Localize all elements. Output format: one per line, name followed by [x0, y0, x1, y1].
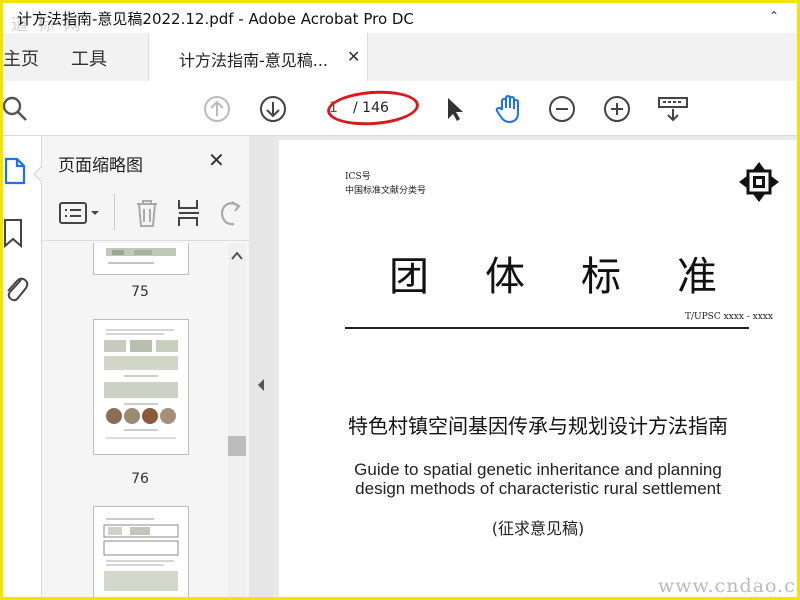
left-nav-rail: [3, 136, 42, 597]
page-up-icon[interactable]: [203, 95, 231, 123]
tab-tools[interactable]: 工具: [71, 45, 107, 71]
thumbnail-page-75[interactable]: [93, 243, 189, 275]
page-down-icon[interactable]: [259, 95, 287, 123]
page-77-preview: [103, 518, 179, 591]
insert-page-icon[interactable]: [175, 198, 203, 228]
bookmark-icon[interactable]: [3, 218, 25, 248]
english-title-line-1: Guide to spatial genetic inheritance and…: [354, 460, 722, 479]
keyboard-scroll-icon[interactable]: [657, 95, 689, 123]
tab-bar: 主页 工具 计方法指南-意见稿... ✕: [3, 33, 797, 82]
classification-label: 中国标准文献分类号: [345, 186, 427, 196]
document-view[interactable]: ICS号 中国标准文献分类号 团体标准 T/UPSC xxxx - xxxx 特…: [273, 136, 797, 597]
standard-number: T/UPSC xxxx - xxxx: [685, 312, 773, 322]
close-panel-icon[interactable]: ✕: [208, 148, 225, 172]
red-annotation-ellipse: [325, 87, 421, 129]
search-icon[interactable]: [3, 95, 31, 123]
thumbnail-panel: 页面缩略图 ✕ 75 76: [42, 136, 250, 597]
panel-toolbar: [42, 186, 249, 241]
options-menu-icon[interactable]: [58, 200, 102, 226]
hand-icon[interactable]: [493, 93, 525, 125]
english-title: Guide to spatial genetic inheritance and…: [279, 460, 797, 498]
close-tab-icon[interactable]: ✕: [347, 47, 360, 66]
chinese-title: 特色村镇空间基因传承与规划设计方法指南: [348, 414, 728, 438]
ics-label: ICS号: [345, 172, 371, 182]
draft-note: (征求意见稿): [491, 519, 585, 538]
collapse-ribbon-icon[interactable]: ⌃: [769, 9, 779, 23]
main-toolbar: 1 / 146: [3, 81, 797, 136]
page-76-preview: [104, 329, 178, 439]
title-rule: [345, 327, 749, 329]
app-window: 道 标 网 计方法指南-意见稿2022.12.pdf - Adobe Acrob…: [0, 0, 800, 600]
window-title: 计方法指南-意见稿2022.12.pdf - Adobe Acrobat Pro…: [17, 10, 414, 28]
attachment-icon[interactable]: [3, 272, 29, 304]
thumbnail-scrollbar[interactable]: [228, 243, 246, 597]
panel-title: 页面缩略图: [58, 156, 143, 176]
english-title-line-2: design methods of characteristic rural s…: [355, 479, 721, 498]
rail-pointer: [34, 166, 42, 182]
collapse-panel-icon[interactable]: [256, 378, 266, 392]
thumbnail-page-76[interactable]: [93, 319, 189, 455]
tab-document[interactable]: 计方法指南-意见稿... ✕: [148, 33, 368, 81]
ics-block: ICS号 中国标准文献分类号: [345, 170, 426, 198]
thumbnail-page-77[interactable]: [93, 506, 189, 597]
panel-toolbar-divider: [114, 194, 115, 230]
watermark-bottom: www.cndao.com: [658, 575, 797, 597]
standard-logo-icon: [739, 162, 779, 202]
scroll-up-icon[interactable]: [231, 251, 243, 261]
scrollbar-thumb[interactable]: [228, 436, 246, 456]
document-big-title: 团体标准: [389, 254, 773, 300]
select-cursor-icon[interactable]: [441, 95, 469, 123]
rotate-page-icon[interactable]: [216, 198, 246, 228]
panel-collapse-strip[interactable]: [249, 136, 273, 597]
page-thumbnails-icon[interactable]: [3, 156, 27, 186]
zoom-in-icon[interactable]: [603, 95, 631, 123]
delete-page-icon[interactable]: [134, 198, 160, 228]
title-bar: 道 标 网 计方法指南-意见稿2022.12.pdf - Adobe Acrob…: [3, 3, 797, 35]
thumbnail-list: 75 76: [42, 243, 228, 597]
tab-home[interactable]: 主页: [3, 45, 39, 71]
page-75-preview: [106, 248, 176, 264]
document-tab-label: 计方法指南-意见稿...: [179, 51, 329, 70]
zoom-out-icon[interactable]: [548, 95, 576, 123]
thumbnail-number: 75: [131, 284, 149, 300]
thumbnail-number: 76: [131, 471, 149, 487]
pdf-page: ICS号 中国标准文献分类号 团体标准 T/UPSC xxxx - xxxx 特…: [279, 140, 797, 597]
